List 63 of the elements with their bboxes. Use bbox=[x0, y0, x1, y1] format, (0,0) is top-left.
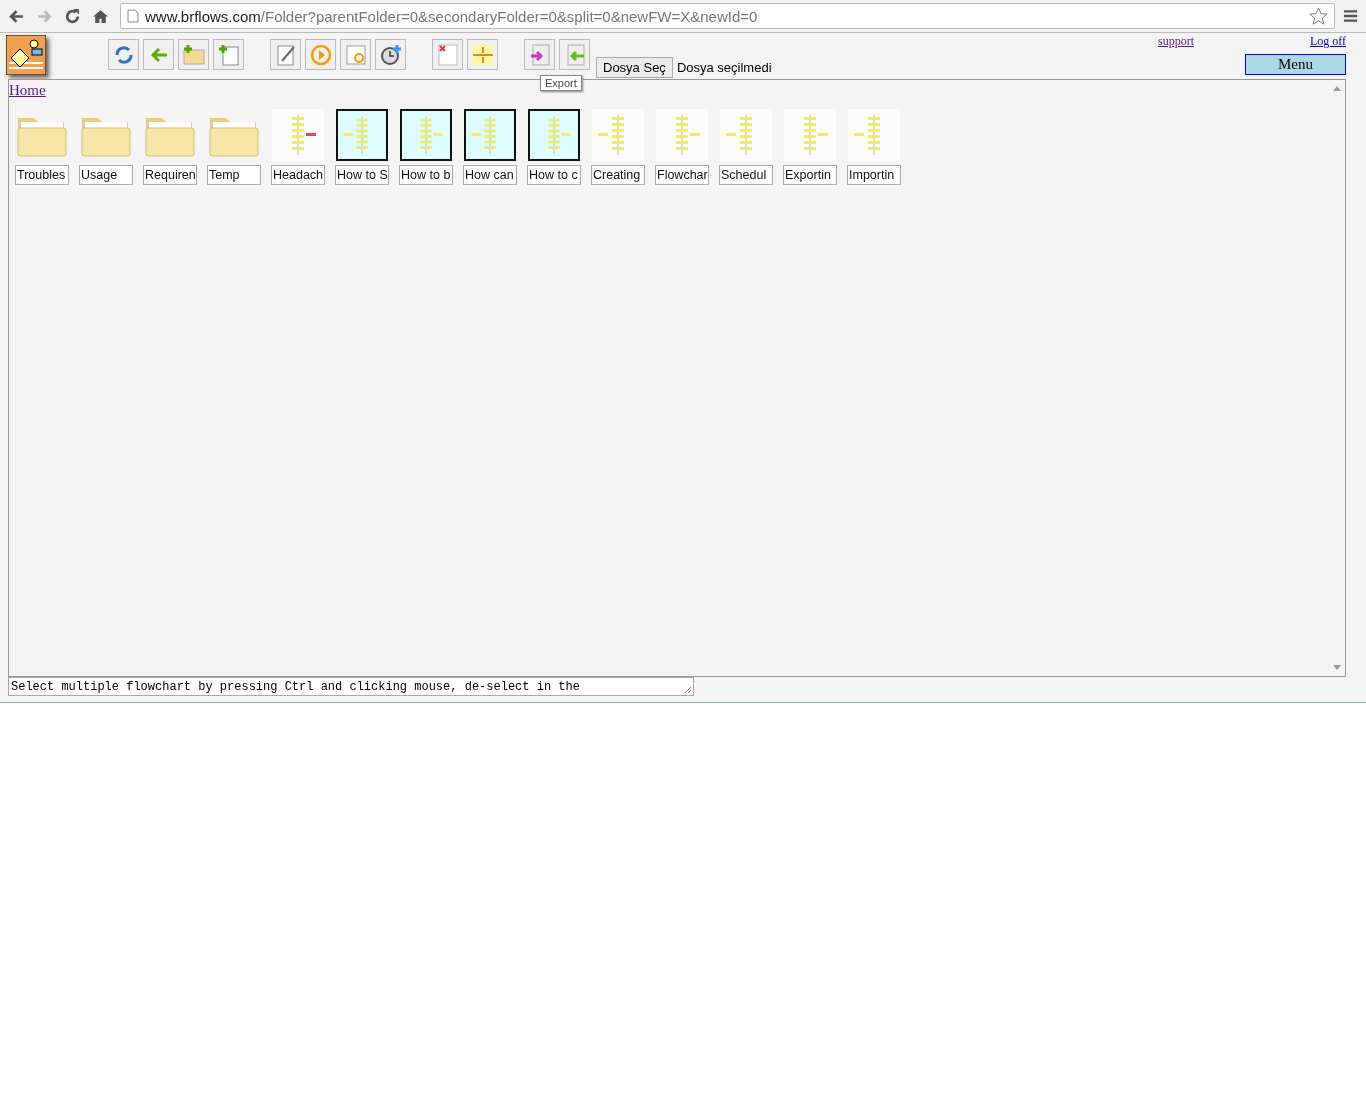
item-label[interactable]: Headach bbox=[271, 165, 325, 185]
flowchart-thumbnail[interactable] bbox=[656, 109, 708, 161]
home-icon[interactable] bbox=[92, 7, 109, 25]
flowchart-thumbnail[interactable] bbox=[464, 109, 516, 161]
scroll-down-icon[interactable] bbox=[1333, 665, 1341, 670]
status-text: Select multiple flowchart by pressing Ctrl and clicking mouse, de-select in the bbox=[11, 679, 580, 694]
back-arrow-icon[interactable] bbox=[8, 7, 25, 25]
edit-button[interactable] bbox=[270, 39, 301, 70]
item-label[interactable]: Flowchar bbox=[655, 165, 709, 185]
split-icon bbox=[470, 42, 495, 67]
choose-file-button[interactable]: Dosya Seç bbox=[596, 57, 673, 78]
import-button[interactable] bbox=[524, 39, 555, 70]
item-label[interactable]: Creating bbox=[591, 165, 645, 185]
delete-button[interactable] bbox=[432, 39, 463, 70]
play-icon bbox=[308, 42, 333, 67]
new-document-button[interactable] bbox=[213, 39, 244, 70]
delete-icon bbox=[435, 42, 460, 67]
item-label[interactable]: Usage bbox=[79, 165, 133, 185]
flowchart-thumbnail[interactable] bbox=[784, 109, 836, 161]
app-logo-icon[interactable] bbox=[6, 35, 46, 75]
item-label[interactable]: Schedul bbox=[719, 165, 773, 185]
back-button[interactable] bbox=[143, 39, 174, 70]
menu-icon[interactable] bbox=[1343, 9, 1358, 23]
item-label[interactable]: Importin bbox=[847, 165, 901, 185]
menu-button[interactable]: Menu bbox=[1245, 54, 1346, 75]
flowchart-thumbnail[interactable] bbox=[592, 109, 644, 161]
item-label[interactable]: Exportin bbox=[783, 165, 837, 185]
forward-arrow-icon[interactable] bbox=[36, 7, 53, 25]
flowchart-thumbnail[interactable] bbox=[400, 109, 452, 161]
new-folder-icon bbox=[181, 42, 206, 67]
calendar-icon bbox=[343, 42, 368, 67]
item-label[interactable]: How to S bbox=[335, 165, 389, 185]
new-folder-button[interactable] bbox=[178, 39, 209, 70]
reload-icon[interactable] bbox=[64, 7, 81, 25]
flowchart-thumbnail[interactable] bbox=[720, 109, 772, 161]
tooltip: Export bbox=[540, 75, 582, 91]
status-text-area[interactable]: Select multiple flowchart by pressing Ctrl and clicking mouse, de-select in the bbox=[8, 677, 694, 696]
clock-button[interactable] bbox=[375, 39, 406, 70]
item-label[interactable]: How to b bbox=[399, 165, 453, 185]
flowchart-thumbnail[interactable] bbox=[528, 109, 580, 161]
clock-icon bbox=[378, 42, 403, 67]
address-bar[interactable]: www.brflows.com/Folder?parentFolder=0&secondaryFolder=0&split=0&newFW=X&newId=0 bbox=[120, 3, 1335, 29]
new-document-icon bbox=[216, 42, 241, 67]
export-button[interactable] bbox=[559, 39, 590, 70]
item-label[interactable]: How to c bbox=[527, 165, 581, 185]
support-link[interactable]: support bbox=[1158, 34, 1194, 49]
page-icon bbox=[127, 9, 139, 23]
url-text: www.brflows.com/Folder?parentFolder=0&secondaryFolder=0&split=0&newFW=X&newId=0 bbox=[145, 7, 758, 25]
resize-grip-icon[interactable] bbox=[682, 684, 692, 694]
item-label[interactable]: Temp bbox=[207, 165, 261, 185]
item-label[interactable]: Requiren bbox=[143, 165, 197, 185]
star-icon[interactable] bbox=[1309, 6, 1328, 26]
scroll-up-icon[interactable] bbox=[1333, 86, 1341, 91]
item-label[interactable]: How can bbox=[463, 165, 517, 185]
flowchart-thumbnail[interactable] bbox=[848, 109, 900, 161]
split-button[interactable] bbox=[467, 39, 498, 70]
home-link[interactable]: Home bbox=[9, 82, 46, 99]
refresh-button[interactable] bbox=[108, 39, 139, 70]
flowchart-thumbnail[interactable] bbox=[272, 109, 324, 161]
file-status-text: Dosya seçilmedi bbox=[676, 60, 772, 75]
flowchart-thumbnail[interactable] bbox=[336, 109, 388, 161]
item-label[interactable]: Troubles bbox=[15, 165, 69, 185]
log-off-link[interactable]: Log off bbox=[1309, 34, 1346, 49]
